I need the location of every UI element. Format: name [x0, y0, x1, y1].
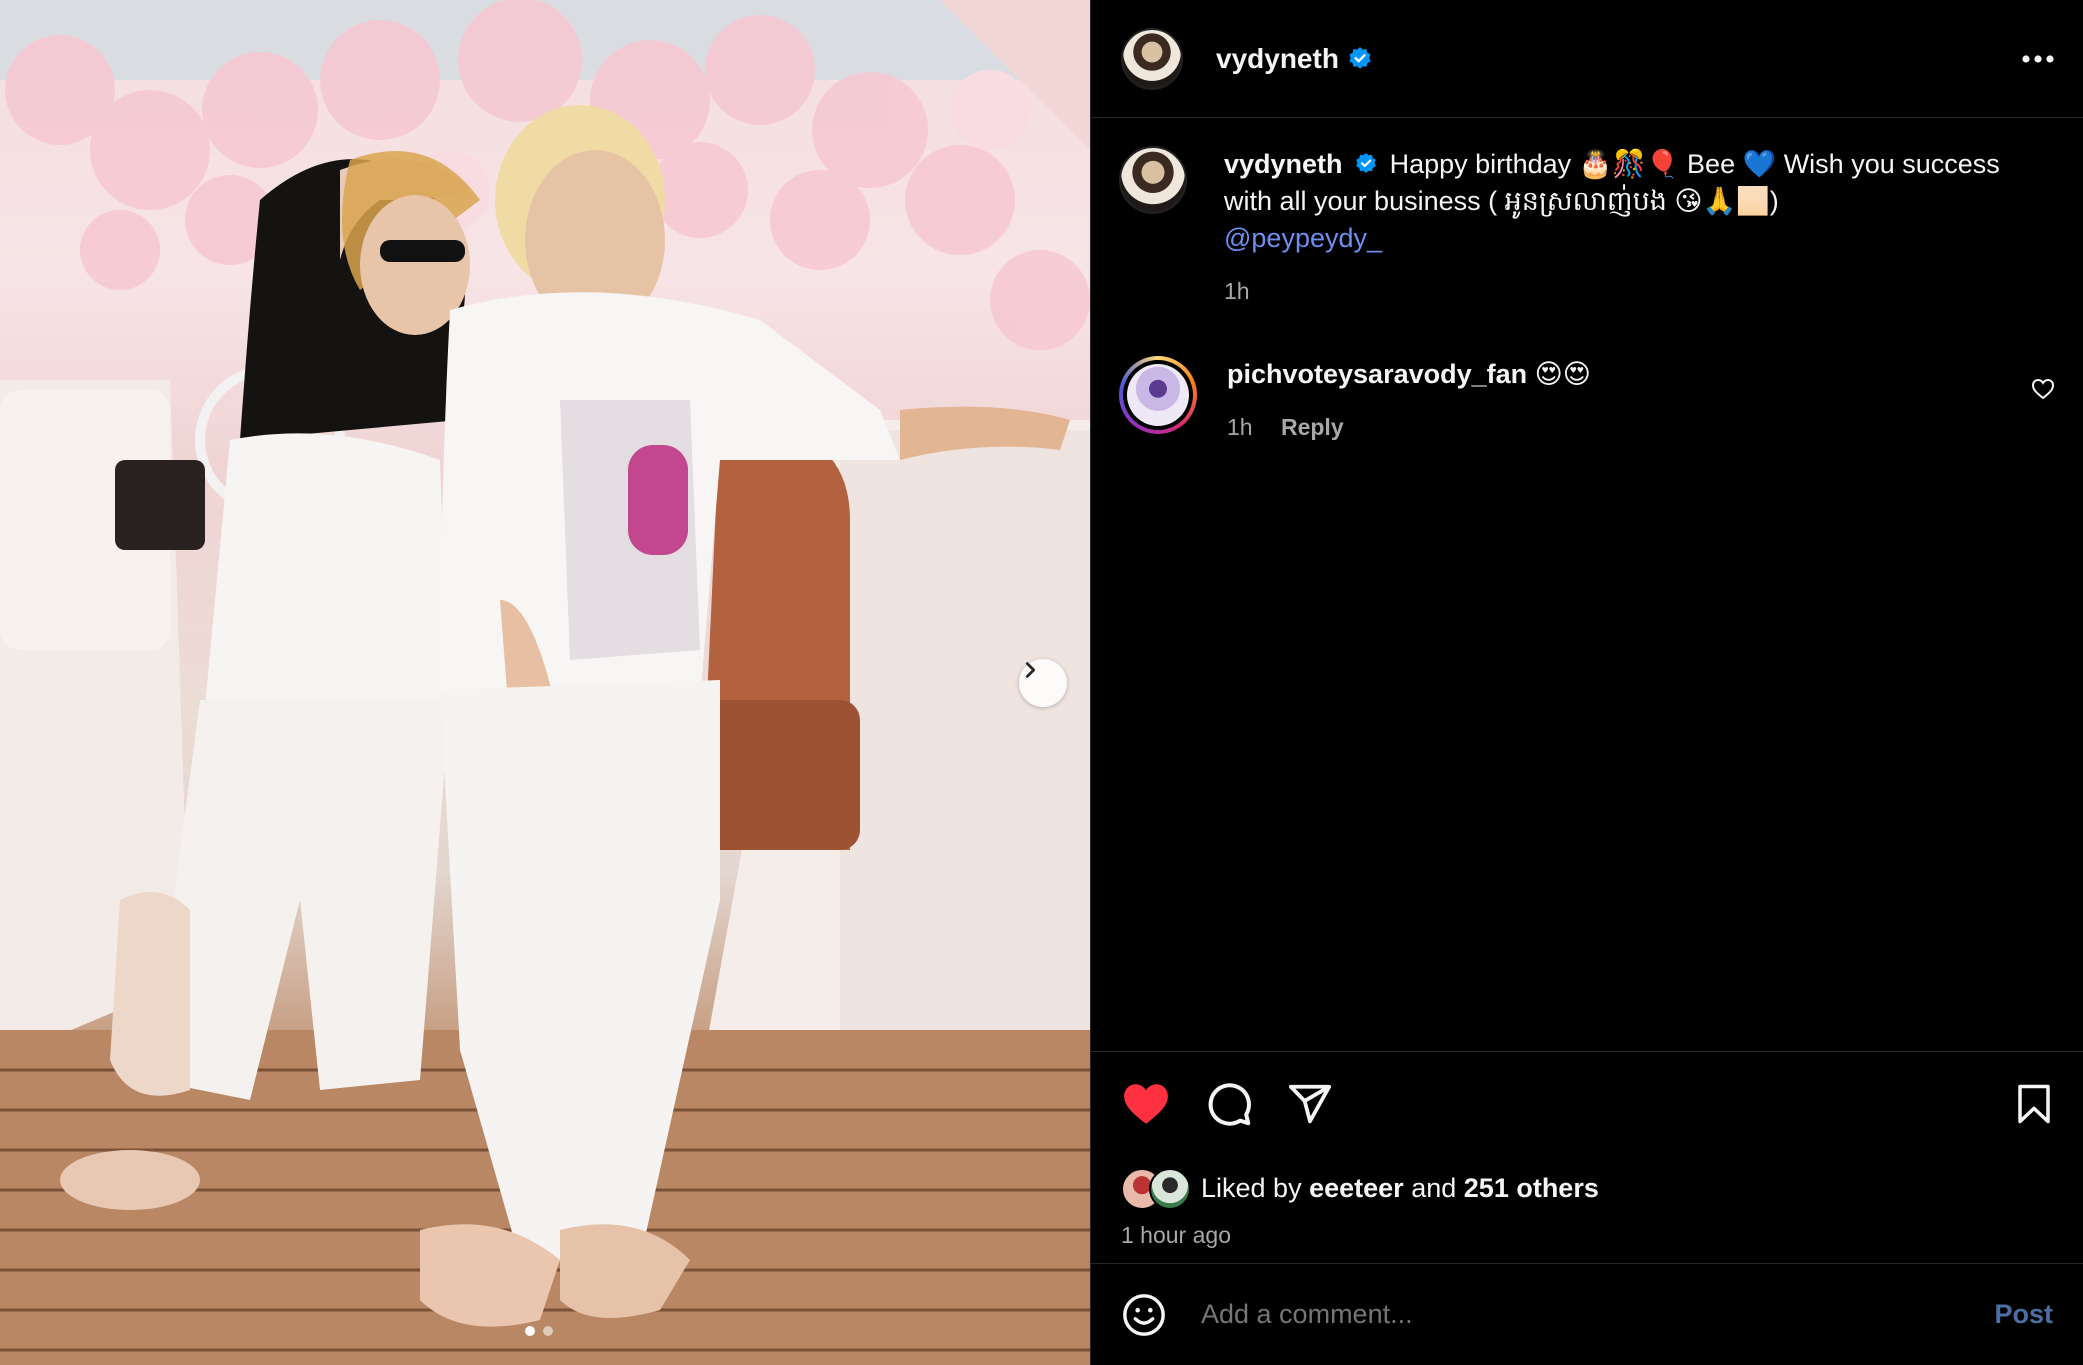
carousel-dot — [543, 1326, 553, 1336]
caption: vydyneth Happy birthday 🎂🎊🎈 Bee 💙 Wish y… — [1119, 146, 2055, 310]
more-icon[interactable] — [2021, 54, 2055, 64]
commenter-avatar[interactable] — [1119, 356, 1197, 434]
caption-username[interactable]: vydyneth — [1224, 149, 1343, 179]
share-icon[interactable] — [1287, 1081, 1333, 1127]
comments-section: vydyneth Happy birthday 🎂🎊🎈 Bee 💙 Wish y… — [1091, 118, 2083, 1051]
liker-avatars — [1121, 1168, 1199, 1210]
caption-time[interactable]: 1h — [1224, 278, 1250, 304]
comment-text: pichvoteysaravody_fan 😍😍 1h Reply — [1227, 356, 2031, 446]
bookmark-icon[interactable] — [2013, 1081, 2055, 1127]
carousel-next-button[interactable] — [1019, 659, 1067, 707]
comment-time[interactable]: 1h — [1227, 414, 1253, 440]
author-avatar[interactable] — [1121, 27, 1183, 90]
heart-outline-icon[interactable] — [2031, 378, 2055, 400]
comment-reply-button[interactable]: Reply — [1281, 414, 1344, 440]
post-header: vydyneth — [1091, 0, 2083, 118]
liker-avatar — [1149, 1168, 1191, 1210]
post-modal: vydyneth vydyneth Happy birthday 🎂🎊🎈 Bee… — [0, 0, 2083, 1365]
likes-summary: Liked by eeeteer and 251 others — [1121, 1168, 2055, 1210]
author-username[interactable]: vydyneth — [1216, 43, 1339, 75]
caption-meta: 1h — [1224, 273, 2055, 310]
comment-input[interactable] — [1199, 1298, 1995, 1331]
heart-filled-icon[interactable] — [1121, 1081, 1171, 1127]
comment-meta: 1h Reply — [1227, 409, 2031, 446]
post-details-panel: vydyneth vydyneth Happy birthday 🎂🎊🎈 Bee… — [1090, 0, 2083, 1365]
comment-body: 😍😍 — [1534, 359, 1591, 389]
likes-others-link[interactable]: 251 others — [1464, 1173, 1599, 1204]
chevron-right-icon — [1025, 662, 1036, 678]
post-comment-button[interactable]: Post — [1994, 1299, 2053, 1330]
likes-prefix: Liked by — [1201, 1172, 1302, 1203]
likes-joiner: and — [1411, 1172, 1457, 1203]
caption-mention-link[interactable]: @peypeydy_ — [1224, 223, 1382, 253]
verified-badge-icon — [1349, 46, 1371, 69]
action-bar: Liked by eeeteer and 251 others 1 hour a… — [1091, 1051, 2083, 1263]
emoji-icon[interactable] — [1121, 1292, 1167, 1338]
comment-username[interactable]: pichvoteysaravody_fan — [1227, 359, 1527, 389]
likes-first-user[interactable]: eeeteer — [1309, 1173, 1404, 1204]
photo-illustration — [0, 0, 1090, 1365]
add-comment-bar: Post — [1091, 1263, 2083, 1365]
carousel-dot-active — [525, 1326, 535, 1336]
verified-badge-icon — [1356, 152, 1376, 173]
post-photo[interactable] — [0, 0, 1090, 1365]
comment-item: pichvoteysaravody_fan 😍😍 1h Reply — [1119, 356, 2055, 446]
carousel-indicator — [525, 1326, 553, 1336]
caption-author-avatar[interactable] — [1119, 146, 1187, 214]
comment-icon[interactable] — [1205, 1080, 1253, 1128]
caption-text: vydyneth Happy birthday 🎂🎊🎈 Bee 💙 Wish y… — [1224, 146, 2055, 310]
post-timestamp[interactable]: 1 hour ago — [1121, 1222, 2055, 1249]
